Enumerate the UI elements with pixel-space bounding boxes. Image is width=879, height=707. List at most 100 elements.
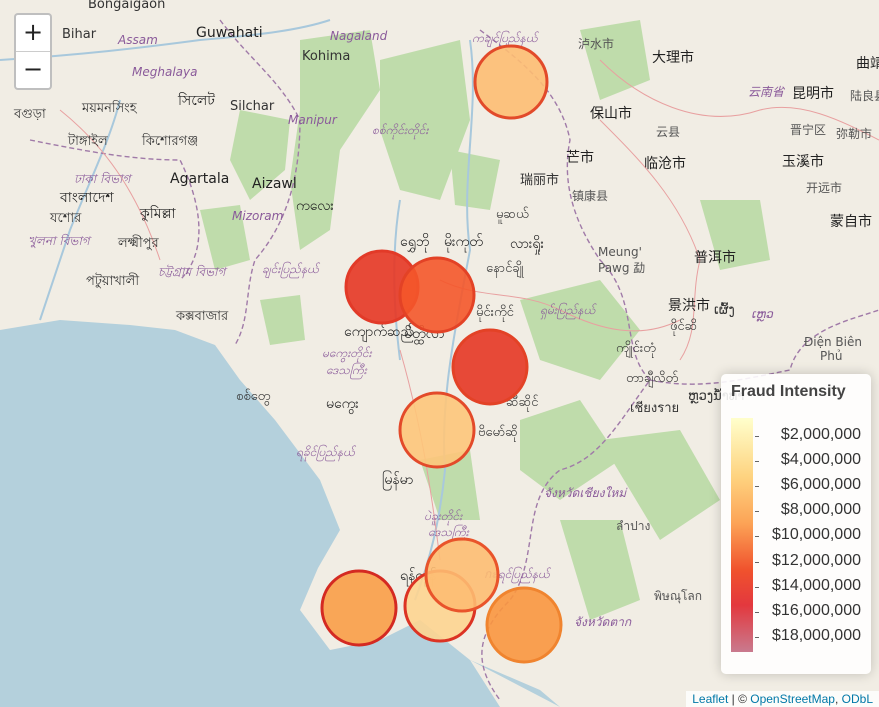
attribution-comma: , — [834, 692, 842, 706]
legend-label: $16,000,000 — [772, 601, 861, 619]
legend-label: $2,000,000 — [780, 426, 861, 443]
place-label: 大理市 — [652, 49, 694, 66]
place-label: မိုင်းကိုင် — [476, 304, 515, 322]
place-label: ঢাকা বিভাগ — [74, 171, 132, 186]
place-label: কক্সবাজার — [175, 309, 229, 324]
place-label: টাঙ্গাইল — [67, 133, 108, 149]
place-label: เชียงราย — [630, 400, 679, 416]
place-label: ဗိမော်ဆို — [478, 424, 518, 442]
place-label: နောင်ချို — [486, 260, 524, 278]
zoom-out-button[interactable]: − — [16, 52, 50, 88]
legend-label: $12,000,000 — [772, 551, 861, 569]
place-label: খুলনা বিভাগ — [28, 233, 92, 249]
osm-link[interactable]: OpenStreetMap — [750, 692, 835, 706]
place-label: 芒市 — [566, 149, 594, 166]
place-label: ເຜົ້ງ — [714, 302, 735, 318]
place-label: 云南省 — [748, 85, 786, 99]
legend-tick — [755, 486, 759, 488]
place-label: 云县 — [656, 125, 680, 139]
place-label: မိုးကုတ် — [444, 234, 483, 252]
place-label: 镇康县 — [572, 188, 608, 203]
place-label: ময়মনসিংহ — [81, 100, 138, 116]
place-label: বগুড়া — [13, 107, 46, 122]
legend-tick — [755, 436, 759, 437]
fraud-marker-5[interactable] — [398, 391, 476, 469]
place-label: ကလေး — [296, 198, 334, 214]
place-label: 保山市 — [590, 105, 632, 122]
place-label: Pawg 勐 — [598, 261, 645, 275]
place-label: ရွှေဘို — [400, 234, 429, 252]
place-label: যশোর — [49, 211, 82, 226]
place-label: ဖိုင်ဆိ — [670, 318, 697, 336]
fraud-marker-3[interactable] — [398, 256, 476, 334]
place-label: Bihar — [62, 27, 97, 42]
place-label: 景洪市 — [668, 297, 710, 314]
place-label: 开远市 — [806, 180, 842, 195]
legend-label: $18,000,000 — [772, 626, 861, 644]
place-label: Phủ — [820, 349, 842, 363]
legend-label: $10,000,000 — [772, 526, 861, 544]
fraud-marker-7[interactable] — [424, 537, 500, 613]
legend-tick — [755, 636, 759, 638]
place-label: Bongaigaon — [88, 0, 165, 12]
legend-tick — [755, 461, 759, 463]
legend-tick — [755, 611, 759, 613]
place-label: Meung' — [598, 245, 642, 259]
legend-title: Fraud Intensity — [731, 383, 846, 400]
place-label: Kohima — [302, 49, 350, 64]
leaflet-link[interactable]: Leaflet — [692, 692, 728, 706]
place-label: সিলেট — [177, 92, 215, 109]
place-label: Aizawl — [252, 176, 297, 192]
place-label: ເຫຼວ — [752, 307, 774, 322]
fraud-marker-1[interactable] — [473, 44, 549, 120]
place-label: Assam — [117, 33, 158, 47]
place-label: Manipur — [288, 113, 338, 127]
place-label: 瑞丽市 — [520, 172, 559, 188]
place-label: পটুয়াখালী — [86, 273, 139, 289]
place-label: Meghalaya — [132, 65, 197, 79]
place-label: Guwahati — [196, 25, 263, 41]
place-label: Điện Biên — [804, 335, 862, 349]
place-label: 弥勒市 — [836, 126, 872, 141]
place-label: 曲靖 — [856, 56, 879, 72]
place-label: မြန်မာ — [382, 471, 413, 490]
place-label: ကျိုင်းတုံ — [616, 340, 656, 358]
place-label: မကွေး — [326, 396, 359, 414]
attribution-sep: | © — [728, 692, 751, 706]
place-label: লক্ষ্মীপুর — [117, 235, 160, 251]
place-label: কিশোরগঞ্জ — [141, 133, 198, 149]
place-label: จังหวัดเชียงใหม่ — [544, 486, 628, 500]
place-label: 普洱市 — [694, 249, 736, 266]
place-label: Silchar — [230, 99, 275, 114]
place-label: จังหวัดตาก — [574, 615, 632, 629]
legend-tick — [755, 511, 759, 513]
place-label: Nagaland — [330, 29, 388, 43]
fraud-marker-4[interactable] — [451, 328, 529, 406]
odbl-link[interactable]: ODbL — [842, 692, 873, 706]
place-label: 临沧市 — [644, 155, 686, 172]
place-label: စစ်တွေ — [236, 388, 270, 406]
legend: Fraud Intensity $2,000,000 $4,000,000 $6,0… — [721, 374, 871, 674]
legend-label: $8,000,000 — [780, 501, 861, 519]
attribution: Leaflet | © OpenStreetMap, ODbL — [686, 691, 879, 707]
place-label: လားရှိုး — [510, 236, 544, 254]
place-label: Agartala — [170, 171, 229, 187]
legend-tick — [755, 536, 759, 538]
place-label: တာချီလိတ် — [626, 370, 678, 388]
place-label: 昆明市 — [792, 85, 834, 102]
place-label: বাংলাদেশ — [59, 190, 114, 206]
legend-tick — [755, 561, 759, 563]
zoom-in-button[interactable]: + — [16, 15, 50, 52]
place-label: 玉溪市 — [782, 153, 824, 170]
fraud-marker-8[interactable] — [320, 569, 398, 647]
legend-label: $4,000,000 — [780, 451, 861, 469]
place-label: 陆良县 — [850, 88, 879, 103]
place-label: Mizoram — [232, 209, 283, 223]
place-label: কুমিল্লা — [139, 205, 177, 222]
legend-label: $6,000,000 — [780, 476, 861, 494]
legend-label: $14,000,000 — [772, 576, 861, 594]
place-label: চট্টগ্রাম বিভাগ — [158, 264, 228, 279]
fraud-marker-9[interactable] — [485, 586, 563, 664]
legend-color-bar — [731, 418, 753, 652]
place-label: 蒙自市 — [830, 213, 872, 230]
